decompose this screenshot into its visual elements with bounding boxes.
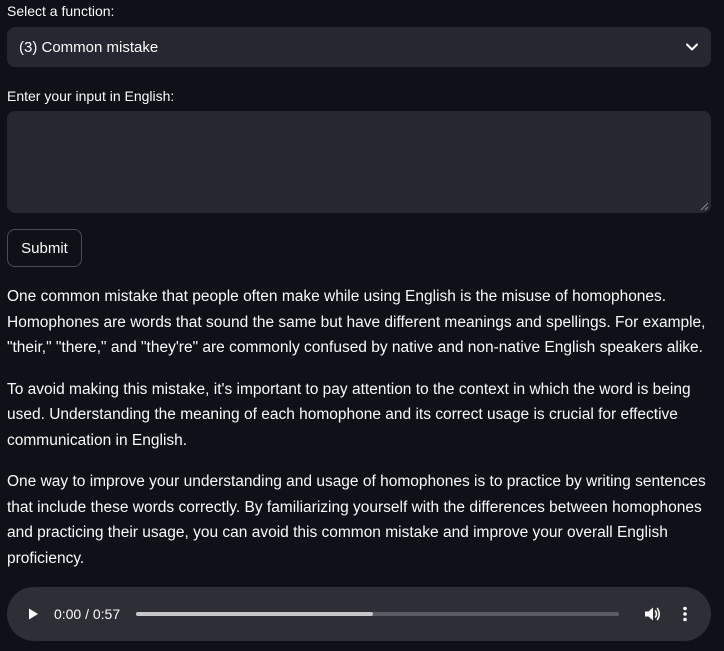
audio-player: 0:00 / 0:57 xyxy=(7,587,711,641)
output-paragraph: One common mistake that people often mak… xyxy=(7,288,706,356)
app-page: Select a function: (3) Common mistake En… xyxy=(0,0,724,651)
submit-button[interactable]: Submit xyxy=(7,229,82,267)
function-select[interactable]: (3) Common mistake xyxy=(7,27,711,67)
play-icon xyxy=(28,608,38,620)
volume-icon xyxy=(645,607,661,621)
play-button[interactable] xyxy=(21,602,45,626)
select-function-label: Select a function: xyxy=(7,3,115,19)
resize-handle-icon[interactable] xyxy=(700,202,709,211)
output-text: One common mistake that people often mak… xyxy=(7,284,711,587)
output-paragraph: One way to improve your understanding an… xyxy=(7,473,706,567)
input-label: Enter your input in English: xyxy=(7,88,175,104)
volume-button[interactable] xyxy=(641,602,665,626)
output-paragraph: To avoid making this mistake, it's impor… xyxy=(7,380,691,449)
english-input-textarea[interactable] xyxy=(7,111,711,213)
function-select-value: (3) Common mistake xyxy=(19,38,159,56)
more-options-button[interactable] xyxy=(673,602,697,626)
audio-progress-fill xyxy=(136,612,373,616)
chevron-down-icon xyxy=(685,40,699,54)
audio-time-display: 0:00 / 0:57 xyxy=(53,606,121,622)
more-vertical-icon xyxy=(683,606,687,622)
audio-progress-slider[interactable] xyxy=(136,612,620,616)
